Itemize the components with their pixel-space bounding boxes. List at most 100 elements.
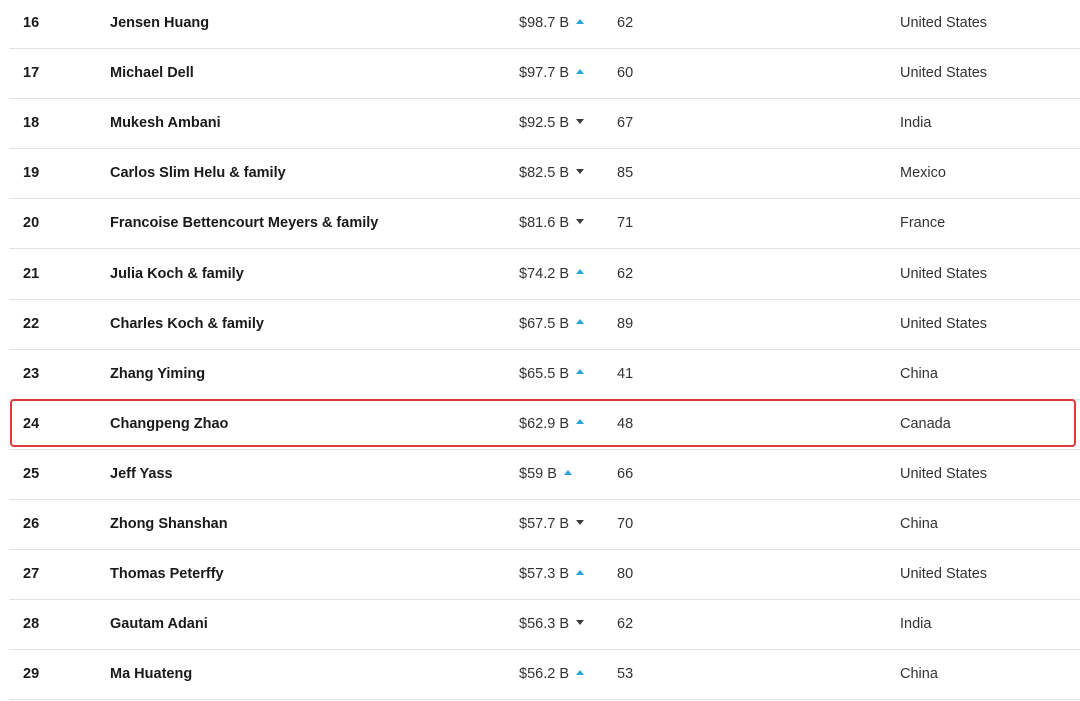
name-link[interactable]: Charles Koch & family <box>110 300 264 349</box>
country-cell: China <box>900 365 938 382</box>
net-worth-value: $74.2 B <box>519 265 569 282</box>
name-link[interactable]: Julia Koch & family <box>110 250 244 299</box>
net-worth-value: $57.7 B <box>519 516 569 532</box>
name-link[interactable]: Jeff Yass <box>110 450 173 499</box>
rank-cell: 28 <box>23 616 40 633</box>
net-worth-value: $97.7 B <box>519 65 569 82</box>
rank-cell: 18 <box>23 115 40 132</box>
net-worth-cell: $92.5 B <box>519 99 584 148</box>
rank-cell: 23 <box>23 365 40 382</box>
rank-cell: 24 <box>23 415 40 432</box>
trend-up-icon <box>576 319 584 325</box>
rank-cell: 22 <box>23 315 40 332</box>
net-worth-cell: $67.5 B <box>519 300 584 349</box>
table-row[interactable]: 22 Charles Koch & family $67.5 B 89 Unit… <box>9 300 1080 350</box>
trend-up-icon <box>576 569 584 575</box>
net-worth-cell: $74.2 B <box>519 250 584 299</box>
net-worth-cell: $81.6 B <box>519 199 584 248</box>
country-cell: United States <box>900 265 988 282</box>
name-link[interactable]: Thomas Peterffy <box>110 550 224 599</box>
net-worth-value: $65.5 B <box>519 365 569 382</box>
table-row[interactable]: 27 Thomas Peterffy $57.3 B 80 United Sta… <box>9 550 1080 601</box>
age-cell: 80 <box>617 566 634 583</box>
net-worth-cell: $98.7 B <box>519 0 584 48</box>
table-row[interactable]: 19 Carlos Slim Helu & family $82.5 B 85 … <box>9 149 1080 200</box>
rank-cell: 26 <box>23 516 40 532</box>
name-link[interactable]: Ma Huateng <box>110 650 192 699</box>
name-link[interactable]: Jensen Huang <box>110 0 209 48</box>
table-row[interactable]: 26 Zhong Shanshan $57.7 B 70 China <box>9 500 1080 550</box>
country-cell: United States <box>900 465 988 482</box>
name-link[interactable]: Michael Dell <box>110 49 194 98</box>
table-row[interactable]: 25 Jeff Yass $59 B 66 United States <box>9 450 1080 500</box>
trend-up-icon <box>576 269 584 275</box>
table-row[interactable]: 23 Zhang Yiming $65.5 B 41 China <box>9 350 1080 400</box>
rank-cell: 21 <box>23 265 40 282</box>
net-worth-cell: $57.7 B <box>519 500 584 549</box>
rank-cell: 29 <box>23 666 40 683</box>
age-cell: 66 <box>617 465 634 482</box>
country-cell: Canada <box>900 415 951 432</box>
trend-down-icon <box>576 118 584 124</box>
table-row[interactable]: 17 Michael Dell $97.7 B 60 United States <box>9 49 1080 100</box>
net-worth-value: $62.9 B <box>519 415 569 432</box>
name-link[interactable]: Carlos Slim Helu & family <box>110 149 286 198</box>
name-link[interactable]: Changpeng Zhao <box>110 400 228 449</box>
name-link[interactable]: Zhong Shanshan <box>110 500 228 549</box>
age-cell: 48 <box>617 415 634 432</box>
name-link[interactable]: Mukesh Ambani <box>110 99 221 148</box>
net-worth-cell: $97.7 B <box>519 49 584 98</box>
rank-cell: 19 <box>23 165 40 182</box>
table-row-highlighted[interactable]: 24 Changpeng Zhao $62.9 B 48 Canada <box>9 398 1080 450</box>
net-worth-value: $56.2 B <box>519 666 569 683</box>
trend-up-icon <box>576 369 584 375</box>
net-worth-cell: $82.5 B <box>519 149 584 198</box>
country-cell: India <box>900 616 932 633</box>
country-cell: United States <box>900 566 988 583</box>
name-link[interactable]: Francoise Bettencourt Meyers & family <box>110 199 378 248</box>
country-cell: China <box>900 666 938 683</box>
net-worth-value: $57.3 B <box>519 566 569 583</box>
country-cell: United States <box>900 65 988 82</box>
table-row[interactable]: 16 Jensen Huang $98.7 B 62 United States <box>9 0 1080 49</box>
table-row[interactable]: 29 Ma Huateng $56.2 B 53 China <box>9 650 1080 701</box>
net-worth-value: $92.5 B <box>519 115 569 132</box>
trend-up-icon <box>576 669 584 675</box>
rank-cell: 16 <box>23 15 40 31</box>
age-cell: 85 <box>617 165 634 182</box>
net-worth-value: $56.3 B <box>519 616 569 633</box>
table-row[interactable]: 18 Mukesh Ambani $92.5 B 67 India <box>9 99 1080 150</box>
rank-cell: 27 <box>23 566 40 583</box>
table-row[interactable]: 28 Gautam Adani $56.3 B 62 India <box>9 600 1080 651</box>
country-cell: Mexico <box>900 165 946 182</box>
age-cell: 41 <box>617 365 634 382</box>
table-row[interactable]: 20 Francoise Bettencourt Meyers & family… <box>9 199 1080 250</box>
age-cell: 53 <box>617 666 634 683</box>
age-cell: 60 <box>617 65 634 82</box>
age-cell: 70 <box>617 516 634 532</box>
net-worth-value: $81.6 B <box>519 215 569 232</box>
net-worth-value: $82.5 B <box>519 165 569 182</box>
trend-up-icon <box>576 68 584 74</box>
age-cell: 62 <box>617 265 634 282</box>
rank-cell: 17 <box>23 65 40 82</box>
net-worth-cell: $62.9 B <box>519 400 584 449</box>
country-cell: United States <box>900 15 988 31</box>
net-worth-cell: $57.3 B <box>519 550 584 599</box>
net-worth-value: $98.7 B <box>519 15 569 31</box>
trend-down-icon <box>576 619 584 625</box>
trend-up-icon <box>563 469 572 475</box>
trend-down-icon <box>576 168 584 174</box>
table-row[interactable]: 21 Julia Koch & family $74.2 B 62 United… <box>9 250 1080 300</box>
net-worth-cell: $65.5 B <box>519 350 584 399</box>
billionaires-table: 16 Jensen Huang $98.7 B 62 United States… <box>9 0 1080 701</box>
trend-up-icon <box>576 18 584 24</box>
name-link[interactable]: Gautam Adani <box>110 600 208 649</box>
country-cell: France <box>900 215 946 232</box>
net-worth-cell: $56.3 B <box>519 600 584 649</box>
rank-cell: 20 <box>23 215 40 232</box>
trend-up-icon <box>576 419 584 425</box>
country-cell: India <box>900 115 932 132</box>
age-cell: 62 <box>617 15 634 31</box>
name-link[interactable]: Zhang Yiming <box>110 350 205 399</box>
